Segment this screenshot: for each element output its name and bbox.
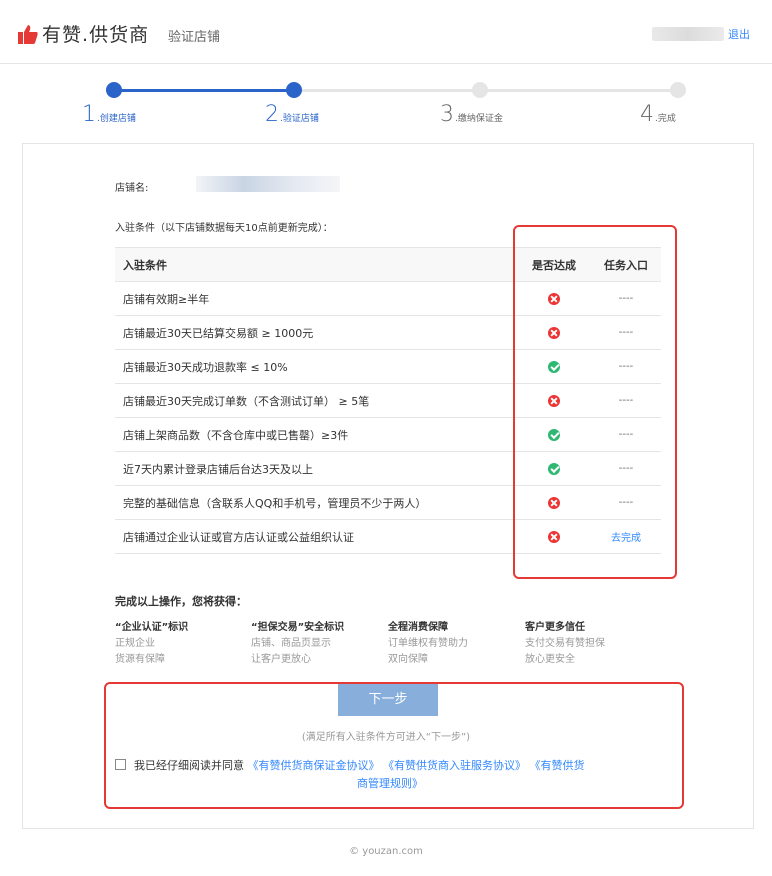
step-dot-4 [670,82,686,98]
condition-text: 完整的基础信息（含联系人QQ和手机号，管理员不少于两人） [115,485,517,520]
benefit-item: “企业认证”标识 正规企业 货源有保障 [115,620,188,668]
header-condition: 入驻条件 [115,247,517,282]
benefit-item: 客户更多信任 支付交易有赞担保 放心更安全 [525,620,605,668]
agreement-row: 我已经仔细阅读并同意 《有赞供货商保证金协议》 《有赞供货商入驻服务协议》 《有… [115,757,665,793]
condition-text: 店铺最近30天成功退款率 ≤ 10% [115,349,517,384]
agreement-link-rules-cont[interactable]: 商管理规则》 [357,777,423,790]
step-text: .缴纳保证金 [455,114,503,124]
step-number: 4 [640,102,654,127]
highlight-box-status [513,225,677,579]
step-dot-2 [286,82,302,98]
benefit-title: 全程消费保障 [388,622,448,633]
store-name-label: 店铺名: [115,183,149,194]
step-1: 1 .创建店铺 [82,102,136,127]
benefit-desc: 双向保障 [388,654,428,665]
benefit-desc: 货源有保障 [115,654,165,665]
condition-text: 店铺最近30天已结算交易额 ≥ 1000元 [115,315,517,350]
benefit-title: “担保交易”安全标识 [251,622,345,633]
benefit-title: 客户更多信任 [525,622,585,633]
next-step-hint: (满足所有入驻条件方可进入“下一步”) [301,732,471,743]
step-dot-1 [106,82,122,98]
condition-text: 店铺通过企业认证或官方店认证或公益组织认证 [115,519,517,554]
next-step-button[interactable]: 下一步 [338,684,438,716]
benefit-desc: 让客户更放心 [251,654,311,665]
agreement-link-rules[interactable]: 《有赞供货 [530,759,585,772]
progress-steps: 1 .创建店铺 2 .验证店铺 3 .缴纳保证金 4 .完成 [0,78,772,134]
step-line-1 [114,89,294,92]
blurred-username [652,27,724,41]
agree-text: 我已经仔细阅读并同意 [134,759,244,772]
conditions-note: 入驻条件（以下店铺数据每天10点前更新完成）： [115,223,333,234]
step-number: 2 [265,102,279,127]
agreement-link-service[interactable]: 《有赞供货商入驻服务协议》 [383,759,526,772]
step-text: .完成 [655,114,676,124]
brand-name: 有赞.供货商 [42,24,150,46]
benefits-title: 完成以上操作，您将获得： [115,595,247,608]
agreement-link-deposit[interactable]: 《有赞供货商保证金协议》 [248,759,380,772]
step-number: 1 [82,102,96,127]
step-number: 3 [440,102,454,127]
benefit-item: 全程消费保障 订单维权有赞助力 双向保障 [388,620,468,668]
thumbs-up-logo-icon [18,24,38,44]
step-2: 2 .验证店铺 [265,102,319,127]
footer-copyright: © youzan.com [349,846,423,857]
benefit-desc: 店铺、商品页显示 [251,638,331,649]
step-4: 4 .完成 [640,102,676,127]
step-text: .验证店铺 [280,114,319,124]
condition-text: 店铺有效期≥半年 [115,281,517,316]
logo[interactable]: 有赞.供货商 [18,20,149,47]
blurred-store-name [196,176,340,192]
agree-checkbox[interactable] [115,759,126,770]
benefit-desc: 放心更安全 [525,654,575,665]
page-subtitle: 验证店铺 [168,30,221,45]
benefit-title: “企业认证”标识 [115,622,189,633]
condition-text: 店铺最近30天完成订单数（不含测试订单） ≥ 5笔 [115,383,517,418]
condition-text: 店铺上架商品数（不含仓库中或已售罄）≥3件 [115,417,517,452]
logout-link[interactable]: 退出 [728,26,750,42]
benefit-item: “担保交易”安全标识 店铺、商品页显示 让客户更放心 [251,620,344,668]
benefit-desc: 支付交易有赞担保 [525,638,605,649]
step-text: .创建店铺 [97,114,136,124]
benefit-desc: 正规企业 [115,638,155,649]
benefit-desc: 订单维权有赞助力 [388,638,468,649]
step-dot-3 [472,82,488,98]
step-3: 3 .缴纳保证金 [440,102,503,127]
top-header: 有赞.供货商 验证店铺 退出 [0,0,772,64]
condition-text: 近7天内累计登录店铺后台达3天及以上 [115,451,517,486]
